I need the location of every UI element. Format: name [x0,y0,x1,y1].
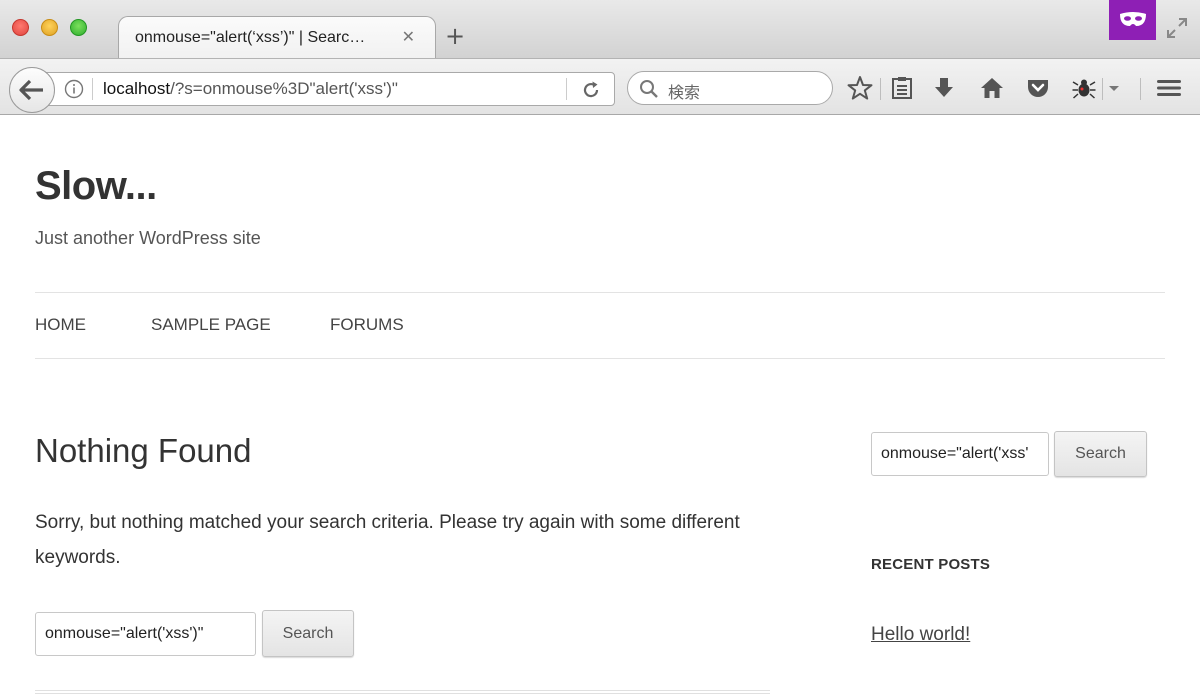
browser-search-bar[interactable]: 検索 [627,71,833,105]
nav-item-home[interactable]: HOME [35,315,86,335]
url-bar[interactable]: localhost/?s=onmouse%3D"alert('xss')" [33,72,615,106]
sidebar-search-button[interactable]: Search [1054,431,1147,477]
tab-title: onmouse="alert(‘xss’)" | Searc… [135,28,366,46]
tab-strip: onmouse="alert(‘xss’)" | Searc… ✕ + [0,0,1200,58]
hamburger-menu-icon[interactable] [1156,75,1182,101]
toolbar-separator [1140,78,1141,100]
home-icon[interactable] [979,75,1005,101]
main-search-input[interactable]: onmouse="alert('xss')" [35,612,256,656]
info-icon[interactable] [64,79,84,99]
url-separator [566,78,567,100]
reading-list-icon[interactable] [889,75,915,101]
bookmark-star-icon[interactable] [847,75,873,101]
zoom-window-button[interactable] [70,19,87,36]
menu-top-divider [35,292,1165,293]
pocket-icon[interactable] [1025,75,1051,101]
nav-item-sample-page[interactable]: SAMPLE PAGE [151,315,271,335]
page-title: Nothing Found [35,432,252,469]
toolbar-separator [880,78,881,100]
tab-close-icon[interactable]: ✕ [402,27,415,46]
mask-extension-icon[interactable] [1109,0,1156,40]
menu-bottom-divider [35,358,1165,359]
close-window-button[interactable] [12,19,29,36]
sidebar-search-input[interactable]: onmouse="alert('xss' [871,432,1049,476]
url-separator [92,78,93,100]
download-icon[interactable] [931,75,957,101]
url-host: localhost [103,79,171,98]
recent-post-link[interactable]: Hello world! [871,624,970,646]
search-placeholder: 検索 [668,83,701,102]
browser-tab[interactable]: onmouse="alert(‘xss’)" | Searc… ✕ [118,16,436,58]
search-icon [640,80,658,98]
new-tab-button[interactable]: + [445,22,465,50]
url-path: /?s=onmouse%3D"alert('xss')" [170,79,398,98]
nav-toolbar: localhost/?s=onmouse%3D"alert('xss')" 検索 [0,58,1200,115]
main-search-button[interactable]: Search [262,610,354,657]
reload-icon[interactable] [580,79,602,101]
no-results-message: Sorry, but nothing matched your search c… [35,512,740,568]
site-title[interactable]: Slow... [35,164,157,209]
back-arrow-icon [19,79,43,101]
site-description: Just another WordPress site [35,228,261,248]
url-text[interactable]: localhost/?s=onmouse%3D"alert('xss')" [103,79,398,99]
recent-posts-heading: RECENT POSTS [871,556,991,573]
back-button[interactable] [9,67,55,113]
dropdown-arrow-icon[interactable] [1107,75,1121,101]
bug-extension-icon[interactable] [1071,75,1097,101]
fullscreen-icon[interactable] [1166,17,1188,39]
nav-item-forums[interactable]: FORUMS [330,315,404,335]
toolbar-separator [1102,78,1103,100]
minimize-window-button[interactable] [41,19,58,36]
content-bottom-divider [35,690,770,694]
